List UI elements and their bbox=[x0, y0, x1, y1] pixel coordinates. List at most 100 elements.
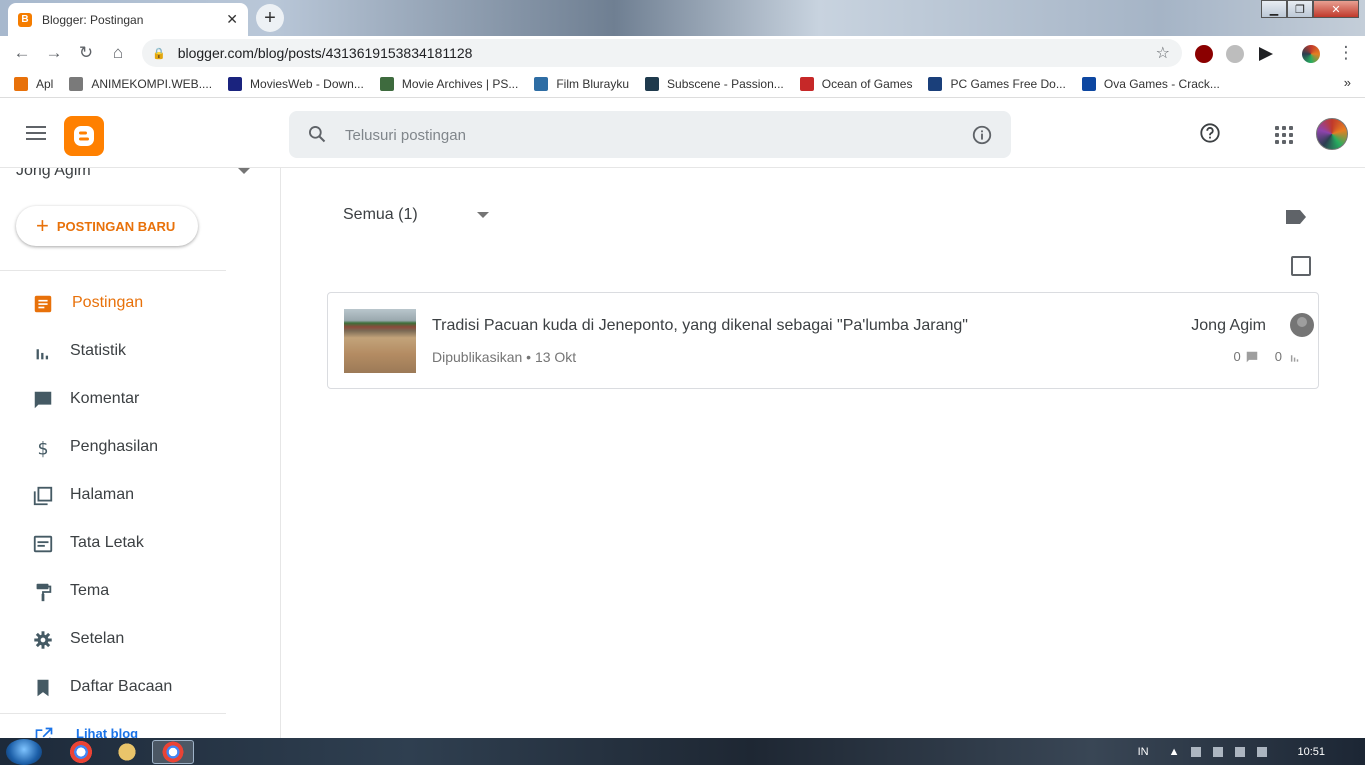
search-icon[interactable] bbox=[307, 124, 327, 144]
bookmark-item[interactable]: Ocean of Games bbox=[799, 76, 912, 91]
more-bookmarks-icon[interactable]: » bbox=[1344, 75, 1351, 90]
gear-icon bbox=[34, 631, 52, 649]
action-center-flag-icon[interactable] bbox=[1191, 746, 1202, 757]
network-icon[interactable] bbox=[1235, 746, 1246, 757]
sidebar-item-statistik[interactable]: Statistik bbox=[0, 327, 280, 375]
lock-icon[interactable]: 🔒 bbox=[152, 47, 166, 60]
volume-icon[interactable] bbox=[1257, 746, 1268, 757]
home-icon[interactable]: ⌂ bbox=[102, 43, 134, 63]
post-status: Dipublikasikan • 13 Okt bbox=[432, 349, 577, 365]
open-external-icon bbox=[35, 727, 53, 738]
sidebar-item-label: Komentar bbox=[70, 390, 140, 407]
ublock-extension-icon[interactable] bbox=[1195, 45, 1213, 63]
search-posts bbox=[289, 111, 1011, 158]
sidebar-item-penghasilan[interactable]: $ Penghasilan bbox=[0, 423, 280, 471]
ova-icon bbox=[1081, 76, 1096, 91]
pcgames-icon bbox=[928, 76, 943, 91]
author-avatar bbox=[1290, 313, 1314, 337]
show-hidden-icons-icon[interactable]: ▲ bbox=[1169, 746, 1180, 758]
sidebar-item-label: Statistik bbox=[70, 342, 127, 359]
blogger-logo[interactable] bbox=[64, 116, 104, 156]
info-icon[interactable] bbox=[971, 124, 993, 146]
bookmark-label: Apl bbox=[36, 76, 54, 91]
search-input[interactable] bbox=[345, 121, 945, 149]
chrome-menu-icon[interactable]: ⋮ bbox=[1330, 43, 1362, 63]
file-explorer-taskbar-icon[interactable] bbox=[106, 740, 148, 764]
sidebar-item-komentar[interactable]: Komentar bbox=[0, 375, 280, 423]
maximize-button[interactable]: ❐ bbox=[1287, 0, 1313, 18]
bookmark-star-icon[interactable]: ☆ bbox=[1156, 43, 1170, 63]
chrome-taskbar-icon[interactable] bbox=[60, 740, 102, 764]
reload-icon[interactable]: ↻ bbox=[70, 43, 102, 63]
blog-switcher-dropdown-icon[interactable] bbox=[238, 168, 250, 174]
bookmark-label: Ova Games - Crack... bbox=[1103, 76, 1220, 91]
post-title[interactable]: Tradisi Pacuan kuda di Jeneponto, yang d… bbox=[432, 317, 968, 335]
sidebar-divider bbox=[0, 270, 226, 271]
tab-title: Blogger: Postingan bbox=[42, 12, 144, 27]
bookmark-item[interactable]: Subscene - Passion... bbox=[645, 76, 784, 91]
windows-taskbar: IN ▲ 10:51 bbox=[0, 738, 1365, 765]
account-avatar[interactable] bbox=[1316, 118, 1348, 150]
stats-icon bbox=[1290, 354, 1299, 362]
sidebar-item-tata-letak[interactable]: Tata Letak bbox=[0, 519, 280, 567]
comment-count: 0 bbox=[1233, 349, 1241, 364]
select-all-checkbox[interactable] bbox=[1291, 256, 1311, 276]
blog-name[interactable]: Jong Agim bbox=[16, 168, 91, 180]
moviesweb-icon bbox=[228, 76, 243, 91]
minimize-button[interactable]: ▁ bbox=[1261, 0, 1287, 18]
post-list-item[interactable]: Tradisi Pacuan kuda di Jeneponto, yang d… bbox=[327, 292, 1319, 389]
plus-icon: + bbox=[36, 213, 49, 238]
new-tab-button[interactable]: + bbox=[256, 4, 284, 32]
sidebar-item-postingan[interactable]: Postingan bbox=[0, 279, 280, 327]
label-icon[interactable] bbox=[1284, 208, 1308, 226]
layout-icon bbox=[33, 535, 53, 553]
forward-icon[interactable]: → bbox=[38, 43, 70, 63]
help-icon[interactable] bbox=[1199, 122, 1221, 144]
bookmark-item[interactable]: Movie Archives | PS... bbox=[379, 76, 518, 91]
clock[interactable]: 10:51 bbox=[1297, 746, 1325, 758]
sidebar-item-halaman[interactable]: Halaman bbox=[0, 471, 280, 519]
google-apps-icon[interactable] bbox=[1275, 126, 1293, 144]
bookmark-label: Film Blurayku bbox=[556, 76, 630, 91]
back-icon[interactable]: ← bbox=[6, 43, 38, 63]
bookmark-item[interactable]: MoviesWeb - Down... bbox=[228, 76, 364, 91]
paint-roller-icon bbox=[36, 583, 52, 602]
browser-toolbar: ← → ↻ ⌂ 🔒 blogger.com/blog/posts/4313619… bbox=[0, 36, 1365, 70]
bookmark-item[interactable]: ANIMEKOMPI.WEB.... bbox=[69, 76, 212, 91]
sidebar-item-setelan[interactable]: Setelan bbox=[0, 615, 280, 663]
tray-app-icon[interactable] bbox=[1213, 746, 1224, 757]
close-tab-icon[interactable]: ✕ bbox=[226, 11, 238, 28]
sidebar-divider bbox=[0, 713, 226, 714]
sidebar-item-label: Setelan bbox=[70, 630, 125, 647]
sidebar-item-tema[interactable]: Tema bbox=[0, 567, 280, 615]
sidebar-item-label: Daftar Bacaan bbox=[70, 678, 173, 695]
address-bar[interactable]: 🔒 blogger.com/blog/posts/431361915383418… bbox=[142, 39, 1182, 67]
bookmark-item[interactable]: PC Games Free Do... bbox=[928, 76, 1066, 91]
movie-archive-icon bbox=[379, 76, 394, 91]
main-content: Semua (1) Tradisi Pacuan kuda di Jenepon… bbox=[281, 168, 1365, 738]
language-indicator[interactable]: IN bbox=[1138, 746, 1149, 758]
globe-extension-icon[interactable] bbox=[1226, 45, 1244, 63]
url-text[interactable]: blogger.com/blog/posts/43136191538341811… bbox=[178, 45, 473, 61]
comment-icon bbox=[34, 391, 52, 409]
post-filter-dropdown[interactable]: Semua (1) bbox=[343, 206, 418, 224]
bookmark-label: Subscene - Passion... bbox=[667, 76, 784, 91]
stats-icon bbox=[36, 349, 49, 360]
play-extension-icon[interactable] bbox=[1257, 45, 1275, 63]
bookmark-item[interactable]: Apl bbox=[14, 76, 54, 91]
browser-tab[interactable]: B Blogger: Postingan ✕ bbox=[8, 3, 248, 36]
chrome-window-taskbar-icon[interactable] bbox=[152, 740, 194, 764]
sidebar-item-daftar-bacaan[interactable]: Daftar Bacaan bbox=[0, 663, 280, 711]
start-button[interactable] bbox=[6, 739, 42, 765]
new-post-button[interactable]: + POSTINGAN BARU bbox=[16, 206, 198, 246]
menu-icon[interactable] bbox=[26, 126, 46, 144]
view-blog-link[interactable]: Lihat blog bbox=[34, 726, 138, 738]
pages-icon bbox=[33, 486, 53, 506]
bookmark-item[interactable]: Film Blurayku bbox=[534, 76, 630, 91]
close-window-button[interactable]: ✕ bbox=[1313, 0, 1359, 18]
svg-text:$: $ bbox=[38, 439, 49, 459]
bookmark-item[interactable]: Ova Games - Crack... bbox=[1081, 76, 1220, 91]
filter-dropdown-icon[interactable] bbox=[477, 212, 489, 218]
window-controls: ▁ ❐ ✕ bbox=[1261, 0, 1359, 18]
profile-avatar-icon[interactable] bbox=[1302, 45, 1320, 63]
